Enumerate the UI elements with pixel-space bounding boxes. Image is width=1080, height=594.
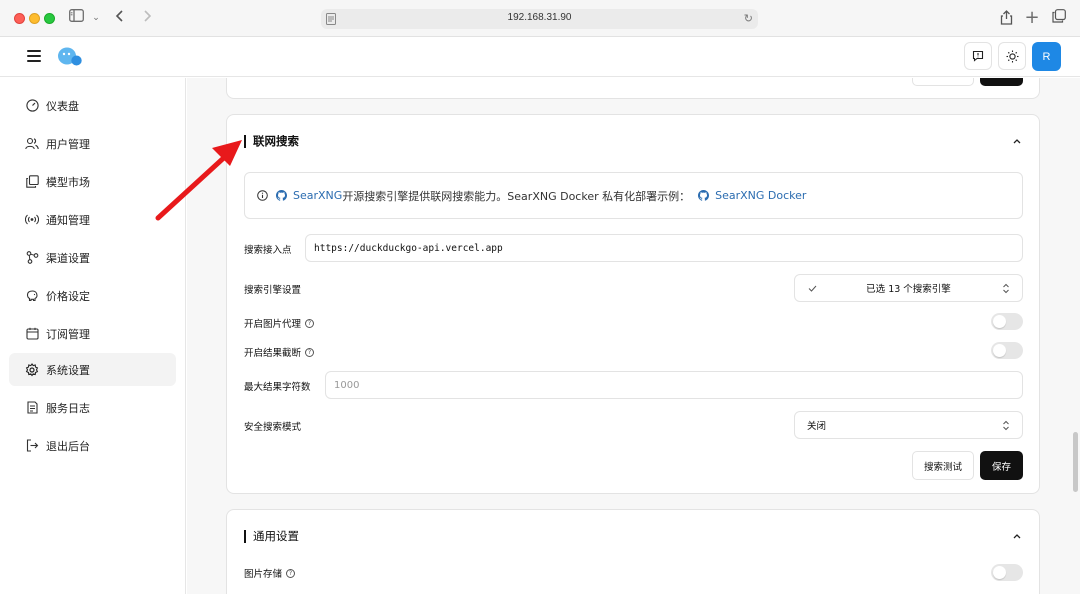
engine-select[interactable]: 已选 13 个搜索引擎 [794,274,1023,302]
reload-icon[interactable]: ↻ [744,12,753,25]
info-text: 开源搜索引擎提供联网搜索能力。SearXNG Docker 私有化部署示例： [342,189,691,203]
sidebar-item-logout[interactable]: 退出后台 [9,429,176,462]
sidebar-item-label: 服务日志 [46,401,90,415]
sidebar-item-dashboard[interactable]: 仪表盘 [9,89,176,122]
sidebar-item-label: 通知管理 [46,213,90,227]
section-title: 联网搜索 [244,135,299,148]
menu-icon[interactable] [27,50,41,62]
engine-label: 搜索引擎设置 [244,285,302,296]
sidebar-item-label: 渠道设置 [46,251,90,265]
help-icon[interactable]: ? [286,568,296,578]
log-icon [25,401,39,415]
image-proxy-toggle[interactable] [991,313,1023,330]
address-bar[interactable]: 192.168.31.90 ↻ [321,9,758,29]
sidebar-item-label: 退出后台 [46,439,90,453]
tabs-overview-icon[interactable] [1051,9,1067,27]
calendar-icon [25,327,39,341]
image-proxy-label-row: 开启图片代理 ? [244,316,315,330]
image-storage-label-row: 图片存储 ? [244,566,296,580]
endpoint-label: 搜索接入点 [244,245,292,256]
sidebar-item-subscriptions[interactable]: 订阅管理 [9,317,176,350]
share-icon [25,251,39,265]
web-search-card: 联网搜索 SearXNG 开源搜索引擎提供联网搜索能力。SearXNG Dock… [226,114,1040,494]
truncate-label-row: 开启结果截断 ? [244,345,315,359]
help-icon[interactable]: ? [305,318,315,328]
safe-search-value: 关闭 [807,421,827,432]
help-icon[interactable]: ? [305,347,315,357]
sidebar-item-system-settings[interactable]: 系统设置 [9,353,176,386]
github-icon [698,190,710,201]
url-text: 192.168.31.90 [507,12,572,23]
close-window-button[interactable] [14,13,25,24]
sidebar-item-label: 系统设置 [46,363,90,377]
new-tab-icon[interactable]: + [1024,9,1040,27]
sidebar-item-label: 价格设定 [46,289,90,303]
truncate-label: 开启结果截断 [244,348,302,359]
chevron-up-icon[interactable] [1012,136,1022,146]
safe-search-label: 安全搜索模式 [244,422,302,433]
annotation-arrow-icon [155,140,242,221]
sun-icon [1006,50,1018,62]
chevron-down-icon[interactable]: ⌄ [91,9,101,27]
sidebar-item-label: 订阅管理 [46,327,90,341]
sidebar-item-service-logs[interactable]: 服务日志 [9,391,176,424]
theme-toggle-button[interactable] [998,42,1026,70]
feedback-button[interactable] [964,42,992,70]
chevron-updown-icon [1003,420,1009,431]
max-chars-label: 最大结果字符数 [244,382,311,393]
searxng-docker-link[interactable]: SearXNG Docker [715,189,806,202]
endpoint-input[interactable]: https://duckduckgo-api.vercel.app [305,234,1023,262]
sidebar-item-label: 用户管理 [46,137,90,151]
piggy-bank-icon [25,289,39,303]
max-chars-input[interactable]: 1000 [325,371,1023,399]
info-icon [257,190,268,201]
gauge-icon [25,99,39,113]
logout-icon [25,439,39,453]
sidebar-item-label: 仪表盘 [46,99,79,113]
github-icon [276,190,287,201]
previous-settings-card [226,78,1040,99]
previous-save-button[interactable] [980,78,1023,86]
searxng-link[interactable]: SearXNG [293,189,342,202]
app-header: R [0,37,1080,77]
sidebar-item-channels[interactable]: 渠道设置 [9,241,176,274]
safe-search-select[interactable]: 关闭 [794,411,1023,439]
engine-select-value: 已选 13 个搜索引擎 [866,284,951,295]
search-test-button[interactable]: 搜索测试 [912,451,974,480]
sidebar-item-pricing[interactable]: 价格设定 [9,279,176,312]
image-storage-toggle[interactable] [991,564,1023,581]
zoom-window-button[interactable] [44,13,55,24]
general-settings-card: 通用设置 图片存储 ? [226,509,1040,594]
save-button[interactable]: 保存 [980,451,1023,480]
section-title: 通用设置 [244,530,299,543]
info-banner: SearXNG 开源搜索引擎提供联网搜索能力。SearXNG Docker 私有… [244,172,1023,219]
previous-test-button[interactable] [912,78,974,86]
image-proxy-label: 开启图片代理 [244,319,302,330]
share-icon[interactable] [998,9,1014,27]
image-storage-label: 图片存储 [244,569,283,580]
sidebar-toggle-icon[interactable] [68,9,84,27]
truncate-toggle[interactable] [991,342,1023,359]
gear-icon [25,362,39,377]
message-icon [972,50,984,62]
minimize-window-button[interactable] [29,13,40,24]
users-icon [25,137,39,151]
main-content: 联网搜索 SearXNG 开源搜索引擎提供联网搜索能力。SearXNG Dock… [187,78,1080,594]
copy-icon [25,175,39,189]
user-avatar[interactable]: R [1032,42,1061,71]
app-logo[interactable] [57,46,83,68]
browser-toolbar: ⌄ 192.168.31.90 ↻ + [0,0,1080,37]
scrollbar-thumb[interactable] [1073,432,1078,492]
broadcast-icon [25,213,39,227]
chevron-up-icon[interactable] [1012,531,1022,541]
sidebar-item-label: 模型市场 [46,175,90,189]
forward-icon[interactable] [140,9,154,27]
chevron-updown-icon [1003,283,1009,294]
back-icon[interactable] [113,9,127,27]
